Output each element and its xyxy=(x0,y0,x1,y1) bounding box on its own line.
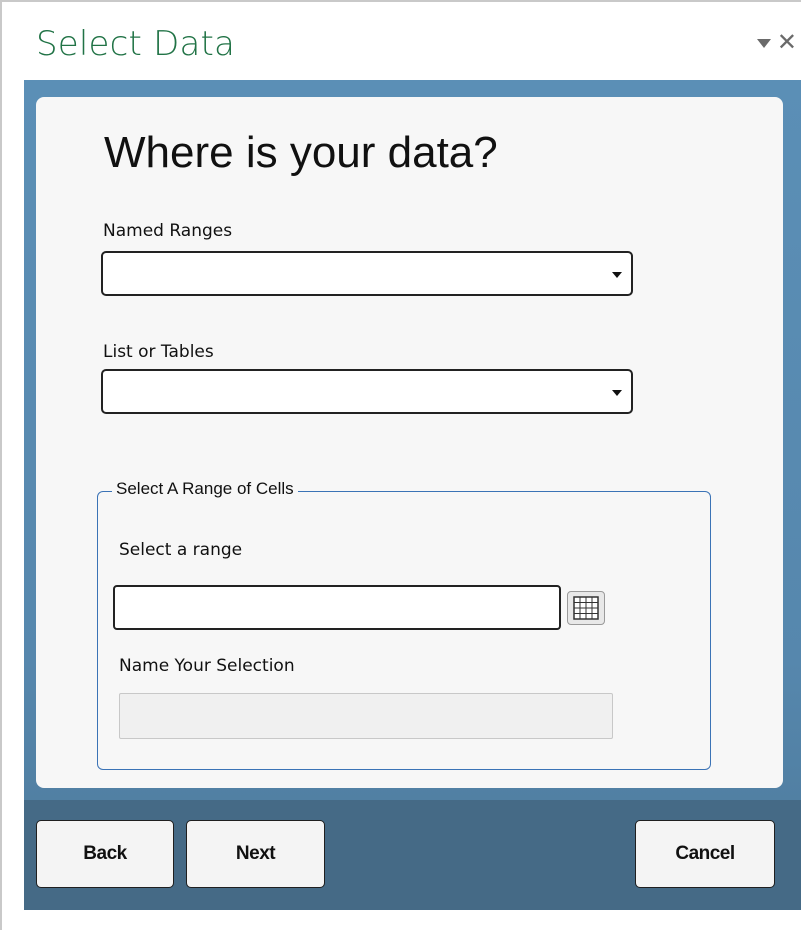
next-button[interactable]: Next xyxy=(186,820,325,888)
range-input[interactable] xyxy=(113,585,561,630)
pane-title: Select Data xyxy=(36,24,236,64)
dropdown-arrow-icon[interactable] xyxy=(756,39,771,48)
name-selection-label: Name Your Selection xyxy=(119,656,295,676)
pane-top-border xyxy=(0,0,801,2)
name-selection-input[interactable] xyxy=(119,693,613,739)
cancel-button[interactable]: Cancel xyxy=(635,820,775,888)
page-heading: Where is your data? xyxy=(104,128,498,177)
chevron-down-icon xyxy=(612,390,622,396)
close-icon[interactable]: ✕ xyxy=(777,30,797,54)
grid-icon[interactable] xyxy=(567,591,605,625)
select-range-label: Select a range xyxy=(119,540,243,560)
grid-icon-graphic xyxy=(573,596,599,620)
range-group-legend: Select A Range of Cells xyxy=(112,479,298,499)
pane-controls: ✕ xyxy=(756,30,797,54)
list-or-tables-label: List or Tables xyxy=(103,342,214,362)
chevron-down-icon xyxy=(612,272,622,278)
list-or-tables-dropdown[interactable] xyxy=(101,369,633,414)
pane-left-border xyxy=(0,0,2,930)
named-ranges-label: Named Ranges xyxy=(103,221,233,241)
named-ranges-dropdown[interactable] xyxy=(101,251,633,296)
back-button[interactable]: Back xyxy=(36,820,174,888)
